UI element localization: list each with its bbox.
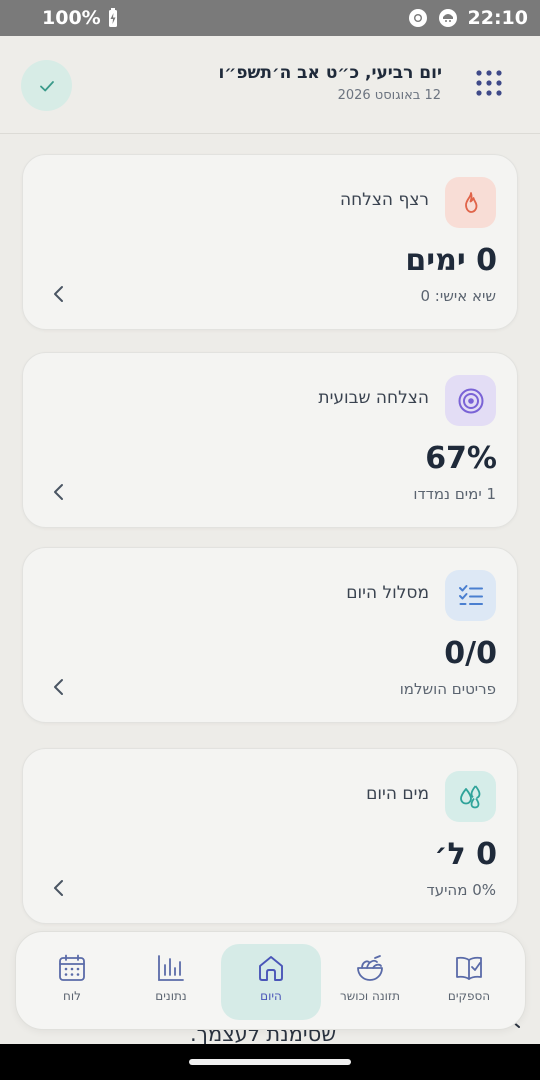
nav-label: היום: [260, 989, 282, 1003]
nav-label: תזונה וכושר: [340, 989, 400, 1003]
card-value: 0 ל׳: [434, 837, 497, 872]
streak-card[interactable]: רצף הצלחה 0 ימים שיא אישי: 0: [22, 154, 518, 330]
header-date-subtitle: 12 באוגוסט 2026: [337, 88, 441, 103]
calendar-icon: [59, 954, 85, 981]
card-subtitle: 1 ימים נמדדו: [413, 485, 496, 503]
clock: 22:10: [467, 7, 528, 29]
salad-bowl-icon: [357, 955, 383, 981]
check-icon: [39, 80, 54, 91]
card-value: 0 ימים: [405, 243, 497, 278]
weekly-success-card[interactable]: הצלחה שבועית 67% 1 ימים נמדדו: [22, 352, 518, 528]
nav-board[interactable]: לוח: [22, 944, 122, 1020]
home-icon: [259, 956, 283, 981]
card-value: 67%: [425, 441, 497, 476]
app-header: יום רביעי, כ״ט אב ה׳תשפ״ו 12 באוגוסט 202…: [0, 36, 540, 134]
checklist-icon: [458, 584, 483, 605]
daily-route-card[interactable]: מסלול היום 0/0 פריטים הושלמו: [22, 547, 518, 723]
battery-charging-icon: [108, 8, 117, 27]
card-value: 0/0: [444, 636, 497, 671]
nav-label: הספקים: [447, 989, 491, 1003]
home-gesture-handle[interactable]: [189, 1059, 351, 1065]
status-left: 100%: [42, 7, 119, 29]
card-title: רצף הצלחה: [339, 190, 429, 210]
chevron-left-icon: [54, 679, 63, 695]
bar-chart-icon: [158, 955, 184, 981]
card-subtitle: פריטים הושלמו: [399, 680, 496, 698]
flame-icon-badge: [445, 177, 496, 228]
apps-grid-icon[interactable]: [476, 70, 502, 96]
system-nav-bar: [0, 1044, 540, 1080]
battery-percent: 100%: [42, 7, 101, 29]
chevron-left-icon: [54, 484, 63, 500]
target-icon: [458, 388, 483, 413]
status-right: 22:10: [408, 7, 528, 29]
nav-label: לוח: [63, 989, 81, 1003]
card-title: מסלול היום: [346, 583, 429, 603]
chevron-left-icon: [54, 880, 63, 896]
checklist-icon-badge: [445, 570, 496, 621]
nav-nutrition-fitness[interactable]: תזונה וכושר: [320, 944, 420, 1020]
water-drops-icon-badge: [445, 771, 496, 822]
nav-achievements[interactable]: הספקים: [419, 944, 519, 1020]
status-bar: 100% 22:10: [0, 0, 540, 36]
water-drops-icon: [459, 784, 480, 808]
flame-icon: [464, 191, 477, 213]
nav-stats[interactable]: נתונים: [121, 944, 221, 1020]
water-card[interactable]: מים היום 0 ל׳ 0% מהיעד: [22, 748, 518, 924]
bottom-navigation: לוח נתונים היום תזונה וכושר הספקים: [15, 931, 526, 1030]
chevron-left-icon: [54, 286, 63, 302]
app-notification-icon: [438, 9, 457, 27]
target-icon-badge: [445, 375, 496, 426]
nav-label: נתונים: [155, 989, 187, 1003]
card-title: הצלחה שבועית: [318, 388, 429, 408]
chrome-icon: [408, 9, 427, 27]
header-date-title: יום רביעי, כ״ט אב ה׳תשפ״ו: [218, 63, 442, 83]
card-subtitle: שיא אישי: 0: [420, 287, 496, 305]
nav-today[interactable]: היום: [221, 944, 321, 1020]
card-title: מים היום: [366, 784, 429, 804]
complete-day-button[interactable]: [21, 60, 72, 111]
book-check-icon: [456, 956, 482, 980]
card-subtitle: 0% מהיעד: [426, 881, 497, 899]
